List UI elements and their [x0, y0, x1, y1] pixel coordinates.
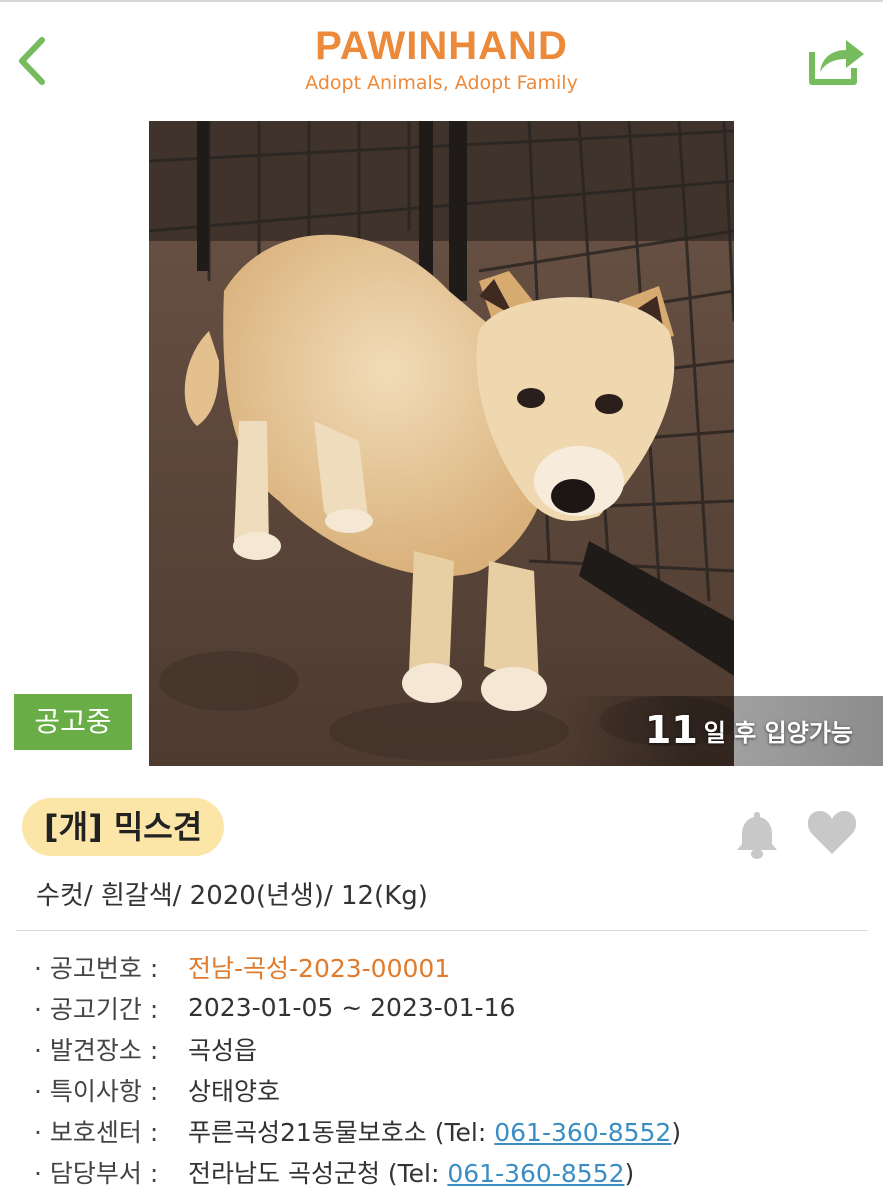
notes-value: 상태양호 — [188, 1076, 281, 1106]
adoption-days-label: 일 후 입양가능 — [703, 719, 853, 747]
info-row-department: · 담당부서 : 전라남도 곡성군청 (Tel: 061-360-8552) — [34, 1151, 874, 1192]
brand-name: PAWINHAND — [315, 24, 568, 68]
info-row-found-place: · 발견장소 : 곡성읍 — [34, 1028, 874, 1069]
dog-photo-illustration — [149, 121, 734, 766]
share-button[interactable] — [806, 32, 868, 88]
heart-icon — [807, 811, 857, 854]
info-label: · 공고기간 : — [34, 994, 159, 1024]
shelter-name: 푸른곡성21동물보호소 (Tel: — [188, 1117, 495, 1147]
info-row-notice-period: · 공고기간 : 2023-01-05 ~ 2023-01-16 — [34, 987, 874, 1028]
info-row-notes: · 특이사항 : 상태양호 — [34, 1069, 874, 1110]
info-label: · 특이사항 : — [34, 1076, 159, 1106]
section-divider — [16, 930, 868, 931]
favorite-button[interactable] — [806, 808, 858, 856]
department-value: 전라남도 곡성군청 (Tel: 061-360-8552) — [188, 1154, 634, 1190]
bell-icon — [737, 812, 777, 859]
notice-period-value: 2023-01-05 ~ 2023-01-16 — [188, 993, 516, 1022]
department-name: 전라남도 곡성군청 (Tel: — [188, 1158, 448, 1188]
info-label: · 보호센터 : — [34, 1117, 159, 1147]
notification-button[interactable] — [734, 808, 780, 860]
info-label: · 발견장소 : — [34, 1035, 159, 1065]
animal-summary: 수컷/ 흰갈색/ 2020(년생)/ 12(Kg) — [36, 881, 428, 911]
info-label: · 공고번호 : — [34, 953, 159, 983]
brand-tagline: Adopt Animals, Adopt Family — [305, 72, 578, 94]
found-place-value: 곡성읍 — [188, 1035, 258, 1065]
shelter-value: 푸른곡성21동물보호소 (Tel: 061-360-8552) — [188, 1113, 681, 1149]
adoption-days: 11 — [644, 708, 698, 752]
app-header: PAWINHAND Adopt Animals, Adopt Family — [0, 0, 883, 120]
department-close-paren: ) — [624, 1158, 635, 1188]
animal-photo-area: 공고중 11 일 후 입양가능 — [0, 121, 883, 766]
notice-info-list: · 공고번호 : 전남-곡성-2023-00001 · 공고기간 : 2023-… — [34, 946, 874, 1192]
species-title: [개] 믹스견 — [22, 798, 225, 856]
department-phone-link[interactable]: 061-360-8552 — [447, 1159, 624, 1188]
adoption-countdown-bar: 11 일 후 입양가능 — [560, 696, 883, 766]
info-row-notice-number: · 공고번호 : 전남-곡성-2023-00001 — [34, 946, 874, 987]
brand-logo: PAWINHAND Adopt Animals, Adopt Family — [0, 24, 883, 96]
animal-photo[interactable] — [149, 121, 734, 766]
info-row-shelter: · 보호센터 : 푸른곡성21동물보호소 (Tel: 061-360-8552) — [34, 1110, 874, 1151]
notice-status-badge: 공고중 — [14, 694, 132, 750]
share-icon — [809, 40, 864, 85]
adoption-countdown: 11 일 후 입양가능 — [645, 708, 853, 752]
shelter-phone-link[interactable]: 061-360-8552 — [494, 1118, 671, 1147]
notice-number-value: 전남-곡성-2023-00001 — [188, 953, 451, 983]
info-label: · 담당부서 : — [34, 1158, 159, 1188]
shelter-close-paren: ) — [671, 1117, 682, 1147]
